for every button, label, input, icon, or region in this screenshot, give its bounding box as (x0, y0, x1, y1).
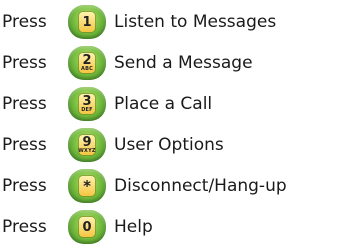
keycap: 0 (79, 217, 95, 237)
keycap: 9 WXYZ (78, 135, 96, 155)
menu-item-label: Send a Message (114, 53, 253, 73)
key-9-icon: 9 WXYZ (68, 128, 106, 162)
key-digit: 1 (82, 14, 92, 30)
key-digit: * (83, 176, 91, 195)
keycap: 1 (79, 12, 95, 32)
menu-item-listen: Press 1 Listen to Messages (0, 2, 276, 42)
press-text: Press (2, 53, 47, 73)
menu-item-options: Press 9 WXYZ User Options (0, 125, 224, 165)
key-0-icon: 0 (68, 210, 106, 244)
press-text: Press (2, 12, 47, 32)
menu-item-help: Press 0 Help (0, 207, 153, 247)
keycap: * (79, 176, 95, 196)
menu-item-label: Help (114, 217, 153, 237)
phone-menu: Press 1 Listen to Messages Press 2 ABC S… (0, 0, 341, 251)
key-letters: DEF (81, 107, 93, 113)
key-star-icon: * (68, 169, 106, 203)
press-text: Press (2, 94, 47, 114)
press-text: Press (2, 135, 47, 155)
menu-item-send: Press 2 ABC Send a Message (0, 43, 253, 83)
menu-item-disconnect: Press * Disconnect/Hang-up (0, 166, 287, 206)
menu-item-label: Disconnect/Hang-up (114, 176, 287, 196)
key-letters: WXYZ (78, 148, 96, 154)
keycap: 2 ABC (79, 53, 95, 73)
keycap: 3 DEF (79, 94, 95, 114)
key-digit: 0 (82, 219, 92, 235)
menu-item-call: Press 3 DEF Place a Call (0, 84, 212, 124)
press-text: Press (2, 217, 47, 237)
key-1-icon: 1 (68, 5, 106, 39)
menu-item-label: Place a Call (114, 94, 213, 114)
press-text: Press (2, 176, 47, 196)
menu-item-label: User Options (114, 135, 224, 155)
key-2-icon: 2 ABC (68, 46, 106, 80)
menu-item-label: Listen to Messages (114, 12, 277, 32)
key-3-icon: 3 DEF (68, 87, 106, 121)
key-letters: ABC (81, 66, 93, 72)
